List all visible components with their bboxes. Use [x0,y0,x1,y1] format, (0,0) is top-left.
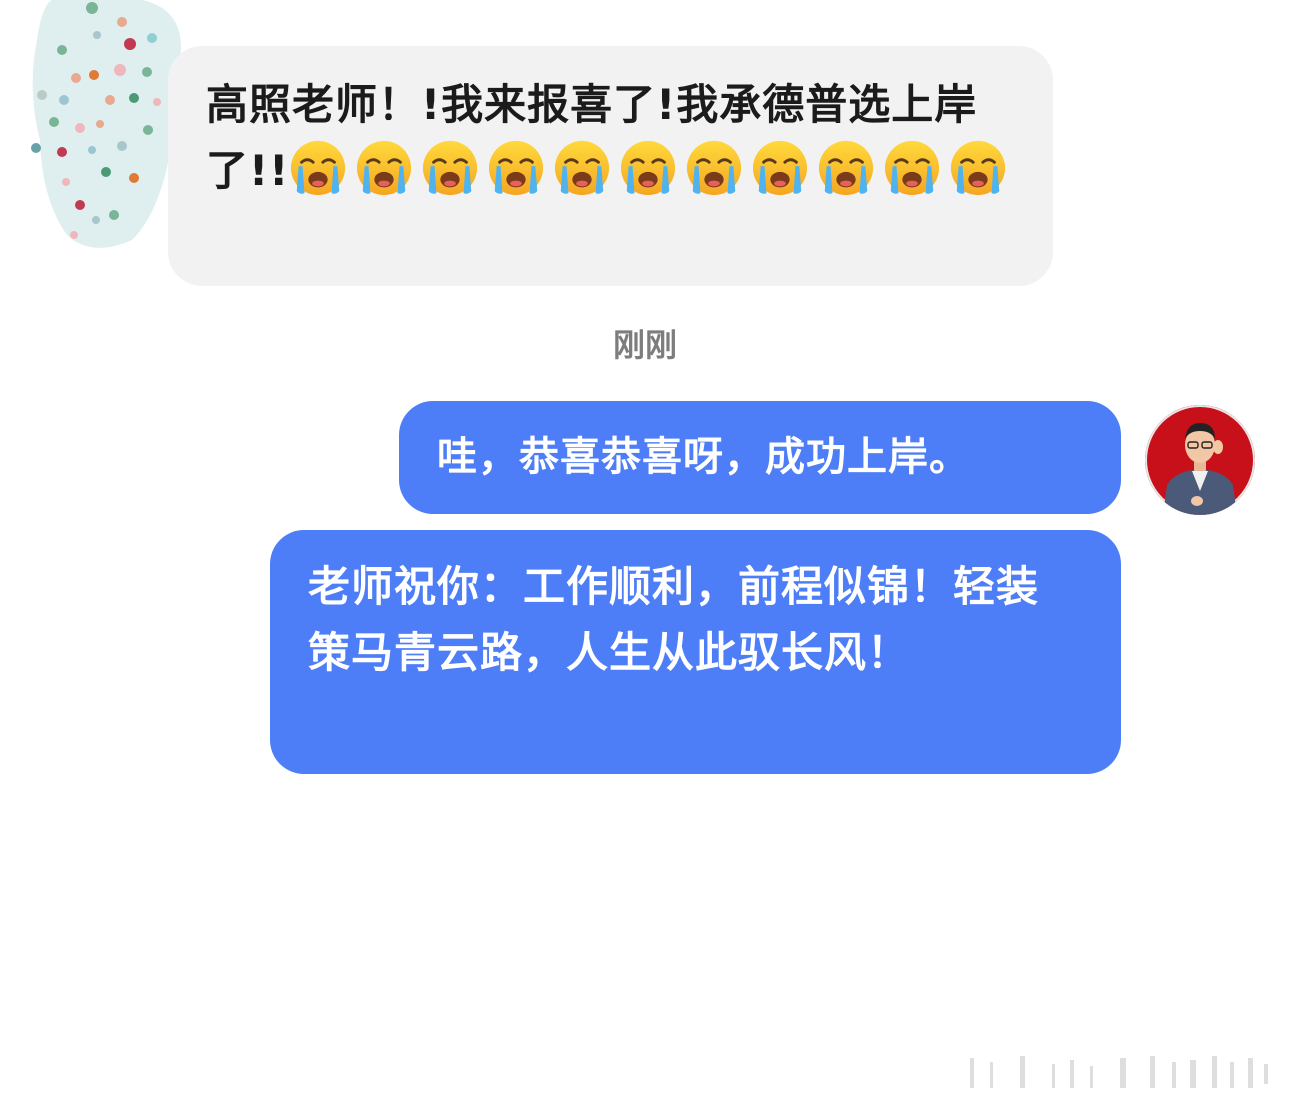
outgoing-message-text: 哇，恭喜恭喜呀，成功上岸。 [437,434,970,480]
loudly-crying-face-icon [885,140,940,196]
loudly-crying-face-icon [621,140,676,196]
teacher-avatar[interactable] [1145,405,1255,515]
loudly-crying-face-icon [687,140,742,196]
watermark-stripes [970,1056,1268,1088]
loudly-crying-face-icon [951,140,1006,196]
sender-avatar[interactable] [22,0,182,250]
outgoing-message-text: 老师祝你：工作顺利，前程似锦！轻装策马青云路，人生从此驭长风！ [308,562,1040,677]
incoming-message-bubble[interactable]: 高照老师！!我来报喜了!我承德普选上岸了!! [168,46,1053,286]
loudly-crying-face-icon [819,140,874,196]
message-timestamp: 刚刚 [612,326,677,364]
incoming-message-content: 高照老师！!我来报喜了!我承德普选上岸了!! [206,72,1017,204]
outgoing-message-bubble[interactable]: 老师祝你：工作顺利，前程似锦！轻装策马青云路，人生从此驭长风！ [270,530,1121,774]
loudly-crying-face-icon [357,140,412,196]
previous-timestamp-cutoff [590,0,700,4]
polka-dot-avatar-image [31,0,181,248]
outgoing-message-bubble[interactable]: 哇，恭喜恭喜呀，成功上岸。 [399,401,1121,514]
loudly-crying-face-icon [423,140,478,196]
teacher-photo-image [1145,405,1255,515]
crying-emoji-row [289,140,1015,196]
cutoff-text-fragment [590,0,700,4]
loudly-crying-face-icon [753,140,808,196]
loudly-crying-face-icon [555,140,610,196]
watermark-decoration [960,1052,1280,1092]
loudly-crying-face-icon [489,140,544,196]
loudly-crying-face-icon [291,140,346,196]
